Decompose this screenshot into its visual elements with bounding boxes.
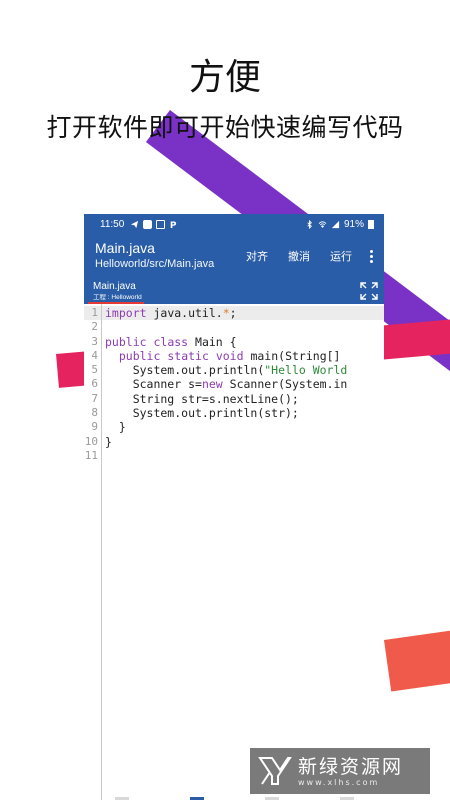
- app-notification-icon: [143, 219, 153, 229]
- battery-icon: [368, 219, 374, 229]
- code-line: 3 public class Main {: [84, 335, 384, 349]
- status-bar: 11:50 P 91%: [84, 214, 384, 234]
- document-icon: [156, 219, 166, 229]
- phone-screen: 11:50 P 91% Main.java Helloworld/src/Mai…: [84, 214, 384, 800]
- run-button[interactable]: 运行: [320, 248, 362, 264]
- bluetooth-icon: [307, 219, 312, 229]
- code-line: 7 String str=s.nextLine();: [84, 392, 384, 406]
- file-tab-bar: Main.java 工程 : Helloworld: [84, 278, 384, 304]
- format-button[interactable]: 对齐: [236, 248, 278, 264]
- line-number: 9: [91, 420, 98, 434]
- tab-file-name: Main.java: [93, 281, 136, 292]
- line-number: 11: [84, 448, 98, 462]
- line-number: 5: [91, 363, 98, 377]
- code-line: 9 }: [84, 420, 384, 434]
- watermark-url: www.xlhs.com: [298, 777, 380, 787]
- telegram-icon: [131, 220, 139, 228]
- line-number: 6: [91, 377, 98, 391]
- line-number: 8: [91, 406, 98, 420]
- code-line: 1 import java.util.*;: [84, 306, 384, 320]
- watermark: 新绿资源网 www.xlhs.com: [250, 748, 430, 794]
- undo-button[interactable]: 撤消: [278, 248, 320, 264]
- battery-percent: 91%: [343, 218, 364, 230]
- line-number: 10: [84, 434, 98, 448]
- line-number: 7: [91, 391, 98, 405]
- code-line: 2: [84, 320, 384, 334]
- fullscreen-icon[interactable]: [359, 281, 379, 301]
- decorative-stripe-orange: [384, 623, 450, 692]
- line-number: 2: [91, 320, 98, 334]
- watermark-logo-icon: [258, 757, 292, 785]
- watermark-name: 新绿资源网: [298, 755, 404, 778]
- code-line: 10}: [84, 434, 112, 449]
- tab-project-name: 工程 : Helloworld: [93, 294, 142, 301]
- tab-main-java[interactable]: Main.java 工程 : Helloworld: [84, 278, 148, 304]
- code-line: 6 Scanner s=new Scanner(System.in: [84, 377, 384, 391]
- file-title: Main.java: [95, 240, 155, 256]
- file-path: Helloworld/src/Main.java: [95, 258, 215, 270]
- line-number: 4: [91, 348, 98, 362]
- code-editor[interactable]: 1 import java.util.*; 2 3 public class Mai…: [84, 304, 384, 800]
- promo-title: 方便: [188, 57, 261, 98]
- code-line: 11: [84, 449, 384, 463]
- code-line: 4 public static void main(String[]: [84, 349, 384, 363]
- bottom-nav-hint: [84, 794, 384, 800]
- svg-text:P: P: [170, 221, 177, 229]
- wifi-icon: [318, 220, 327, 228]
- promo-subtitle: 打开软件即可开始快速编写代码: [46, 113, 404, 142]
- code-line: 5 System.out.println("Hello World: [84, 363, 384, 377]
- line-number: 1: [91, 306, 98, 319]
- status-time: 11:50: [100, 218, 125, 230]
- app-toolbar: Main.java Helloworld/src/Main.java 对齐 撤消…: [84, 234, 384, 278]
- line-number: 3: [91, 334, 98, 348]
- code-line: 8 System.out.println(str);: [84, 406, 384, 420]
- more-options-icon[interactable]: [362, 249, 380, 263]
- signal-icon: [331, 220, 340, 228]
- p-icon: P: [170, 221, 177, 229]
